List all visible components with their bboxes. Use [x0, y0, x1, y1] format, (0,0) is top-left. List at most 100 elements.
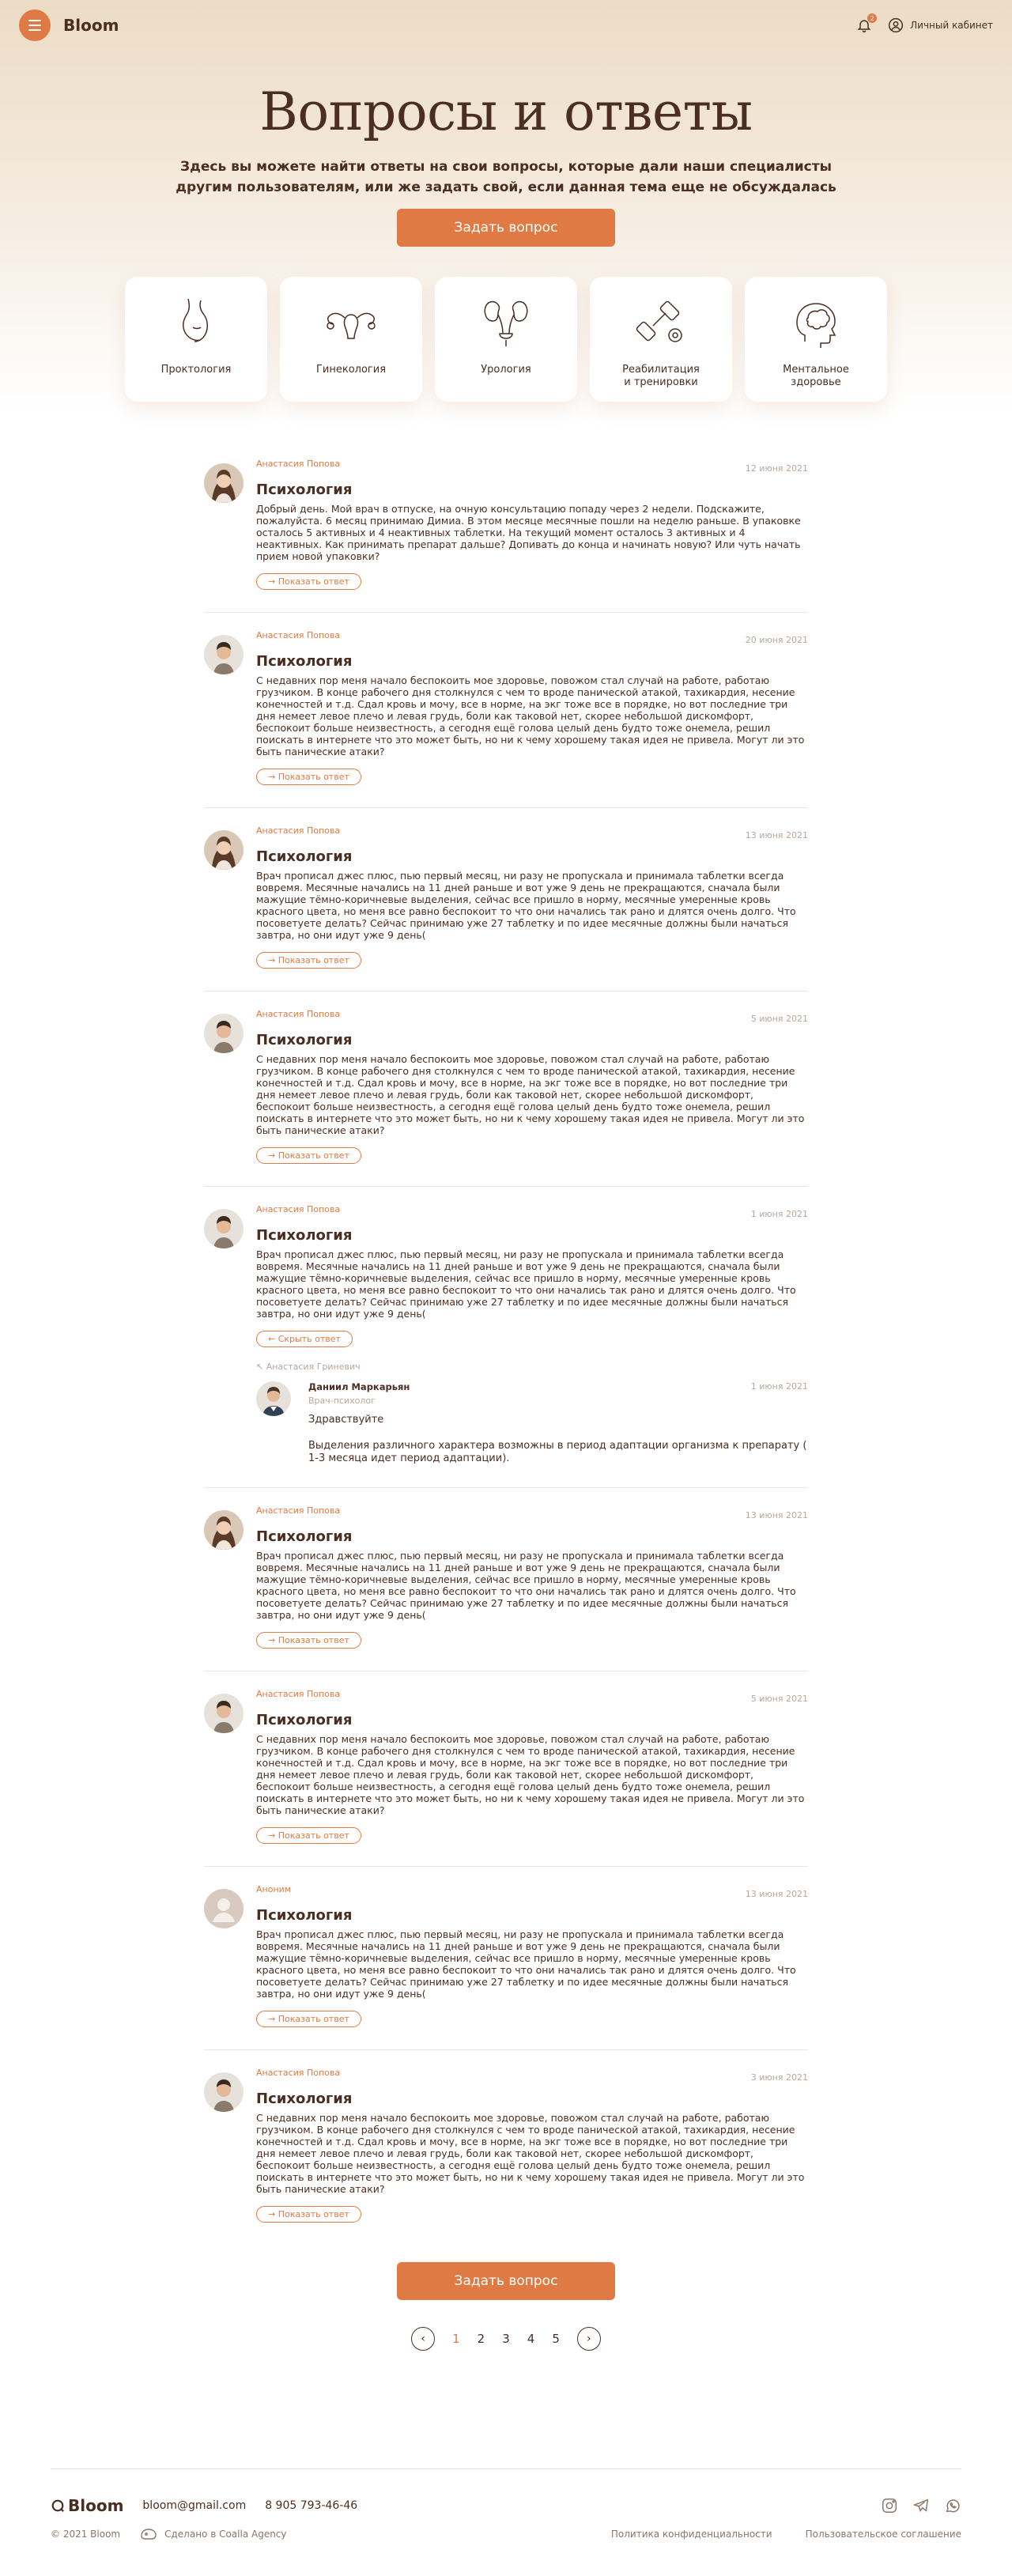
page-number[interactable]: 1: [452, 2332, 460, 2346]
hamburger-icon: [28, 18, 41, 32]
avatar: [204, 1509, 244, 1550]
category-label: Реабилитация и тренировки: [622, 364, 700, 389]
gynecology-icon: [327, 312, 376, 339]
toggle-answer-button[interactable]: → Показать ответ: [256, 1146, 361, 1164]
made-by-link[interactable]: Сделано в Coalla Agency: [139, 2528, 287, 2540]
footer-email[interactable]: bloom@gmail.com: [142, 2499, 246, 2512]
telegram-icon[interactable]: [912, 2497, 930, 2514]
question-author[interactable]: Анастасия Попова: [256, 459, 340, 469]
category-urology[interactable]: Урология: [435, 276, 577, 402]
toggle-answer-button[interactable]: → Показать ответ: [256, 768, 361, 785]
avatar-man-icon: [204, 1013, 244, 1053]
coalla-logo-icon: [141, 2529, 157, 2540]
question-author[interactable]: Аноним: [256, 1884, 291, 1894]
question-author[interactable]: Анастасия Попова: [256, 1009, 340, 1019]
question-item: Анастасия Попова 12 июня 2021 Психология…: [204, 459, 808, 613]
avatar: [204, 463, 244, 503]
ask-question-button[interactable]: Задать вопрос: [397, 208, 615, 247]
category-gynecology[interactable]: Гинекология: [280, 276, 422, 402]
made-by-text: Сделано в Coalla Agency: [164, 2529, 287, 2540]
question-text: С недавних пор меня начало беспокоить мо…: [256, 1732, 805, 1816]
question-title: Психология: [256, 1226, 353, 1244]
hero-section: Вопросы и ответы Здесь вы можете найти о…: [0, 51, 1012, 247]
bloom-logo-icon: [51, 2499, 64, 2512]
brand-logo[interactable]: Bloom: [63, 16, 119, 35]
category-label: Ментальное здоровье: [783, 364, 849, 389]
page-number[interactable]: 4: [527, 2332, 535, 2346]
urology-icon: [484, 300, 528, 346]
chevron-left-icon: ‹: [421, 2332, 425, 2345]
page-title: Вопросы и ответы: [259, 81, 753, 142]
question-item: Анастасия Попова 13 июня 2021 Психология…: [204, 1505, 808, 1671]
account-link[interactable]: Личный кабинет: [888, 17, 993, 33]
question-list: Анастасия Попова 12 июня 2021 Психология…: [204, 459, 808, 2245]
avatar: [204, 1013, 244, 1053]
brain-head-icon: [796, 303, 836, 348]
question-author[interactable]: Анастасия Попова: [256, 630, 340, 640]
category-mental[interactable]: Ментальное здоровье: [745, 276, 887, 402]
question-date: 13 июня 2021: [745, 1888, 808, 1899]
question-date: 3 июня 2021: [750, 2072, 808, 2083]
category-proctology[interactable]: Проктология: [125, 276, 267, 402]
category-rehab[interactable]: Реабилитация и тренировки: [590, 276, 732, 402]
toggle-answer-button[interactable]: → Показать ответ: [256, 2010, 361, 2027]
question-title: Психология: [256, 1528, 353, 1545]
avatar: [204, 1208, 244, 1248]
pagination: ‹ 1 2 3 4 5 ›: [0, 2326, 1012, 2351]
toggle-answer-button[interactable]: → Показать ответ: [256, 1826, 361, 1844]
avatar-woman-icon: [204, 463, 244, 503]
next-page-button[interactable]: ›: [576, 2326, 601, 2351]
toggle-answer-button[interactable]: → Показать ответ: [256, 572, 361, 590]
page-number[interactable]: 5: [552, 2332, 560, 2346]
toggle-answer-button[interactable]: → Показать ответ: [256, 951, 361, 969]
question-item: Анастасия Попова 20 июня 2021 Психология…: [204, 630, 808, 808]
question-text: С недавних пор меня начало беспокоить мо…: [256, 1052, 805, 1136]
answer-greeting: Здравствуйте: [308, 1413, 384, 1426]
category-label-text: Ментальное здоровье: [783, 363, 849, 388]
answer-block: ↖ Анастасия Гриневич Даниил Маркарьян Вр…: [256, 1362, 808, 1465]
doctor-avatar: [256, 1381, 291, 1416]
instagram-icon[interactable]: [881, 2497, 898, 2514]
page-number[interactable]: 2: [478, 2332, 485, 2346]
toggle-answer-button[interactable]: ← Скрыть ответ: [256, 1330, 353, 1347]
question-author[interactable]: Анастасия Попова: [256, 1505, 340, 1516]
notifications-button[interactable]: 2: [855, 13, 878, 35]
footer-phone[interactable]: 8 905 793-46-46: [265, 2499, 357, 2512]
chevron-right-icon: ›: [587, 2332, 591, 2345]
question-date: 5 июня 2021: [750, 1693, 808, 1704]
question-author[interactable]: Анастасия Попова: [256, 1689, 340, 1699]
question-text: Врач прописал джес плюс, пью первый меся…: [256, 869, 796, 941]
question-title: Психология: [256, 1711, 353, 1728]
toggle-answer-button[interactable]: → Показать ответ: [256, 2205, 361, 2223]
question-date: 12 июня 2021: [745, 463, 808, 474]
question-title: Психология: [256, 848, 353, 865]
question-text: Врач прописал джес плюс, пью первый меся…: [256, 1549, 796, 1621]
menu-button[interactable]: [19, 9, 51, 41]
user-agreement-link[interactable]: Пользовательское соглашение: [806, 2529, 961, 2540]
avatar-woman-icon: [204, 829, 244, 870]
category-label: Урология: [481, 363, 531, 376]
question-item: Аноним 13 июня 2021 Психология Врач проп…: [204, 1884, 808, 2050]
prev-page-button[interactable]: ‹: [411, 2326, 436, 2351]
privacy-policy-link[interactable]: Политика конфиденциальности: [611, 2529, 772, 2540]
question-item: Анастасия Попова 3 июня 2021 Психология …: [204, 2068, 808, 2245]
copyright: © 2021 Bloom: [51, 2529, 121, 2540]
ask-question-bottom-button[interactable]: Задать вопрос: [397, 2261, 615, 2300]
question-author[interactable]: Анастасия Попова: [256, 825, 340, 836]
toggle-answer-button[interactable]: → Показать ответ: [256, 1631, 361, 1649]
avatar: [204, 829, 244, 870]
page-number[interactable]: 3: [502, 2332, 510, 2346]
question-title: Психология: [256, 481, 353, 498]
question-title: Психология: [256, 2090, 353, 2107]
question-author[interactable]: Анастасия Попова: [256, 1204, 340, 1214]
avatar: [204, 1693, 244, 1733]
question-author[interactable]: Анастасия Попова: [256, 2068, 340, 2078]
avatar-man-icon: [204, 1693, 244, 1733]
reply-to-label: ↖ Анастасия Гриневич: [256, 1361, 361, 1372]
question-text: Добрый день. Мой врач в отпуске, на очну…: [256, 502, 801, 562]
notification-badge: 2: [867, 13, 878, 23]
footer-logo[interactable]: Bloom: [51, 2496, 123, 2515]
question-title: Психология: [256, 652, 353, 670]
whatsapp-icon[interactable]: [944, 2497, 961, 2514]
category-label: Проктология: [160, 363, 232, 376]
